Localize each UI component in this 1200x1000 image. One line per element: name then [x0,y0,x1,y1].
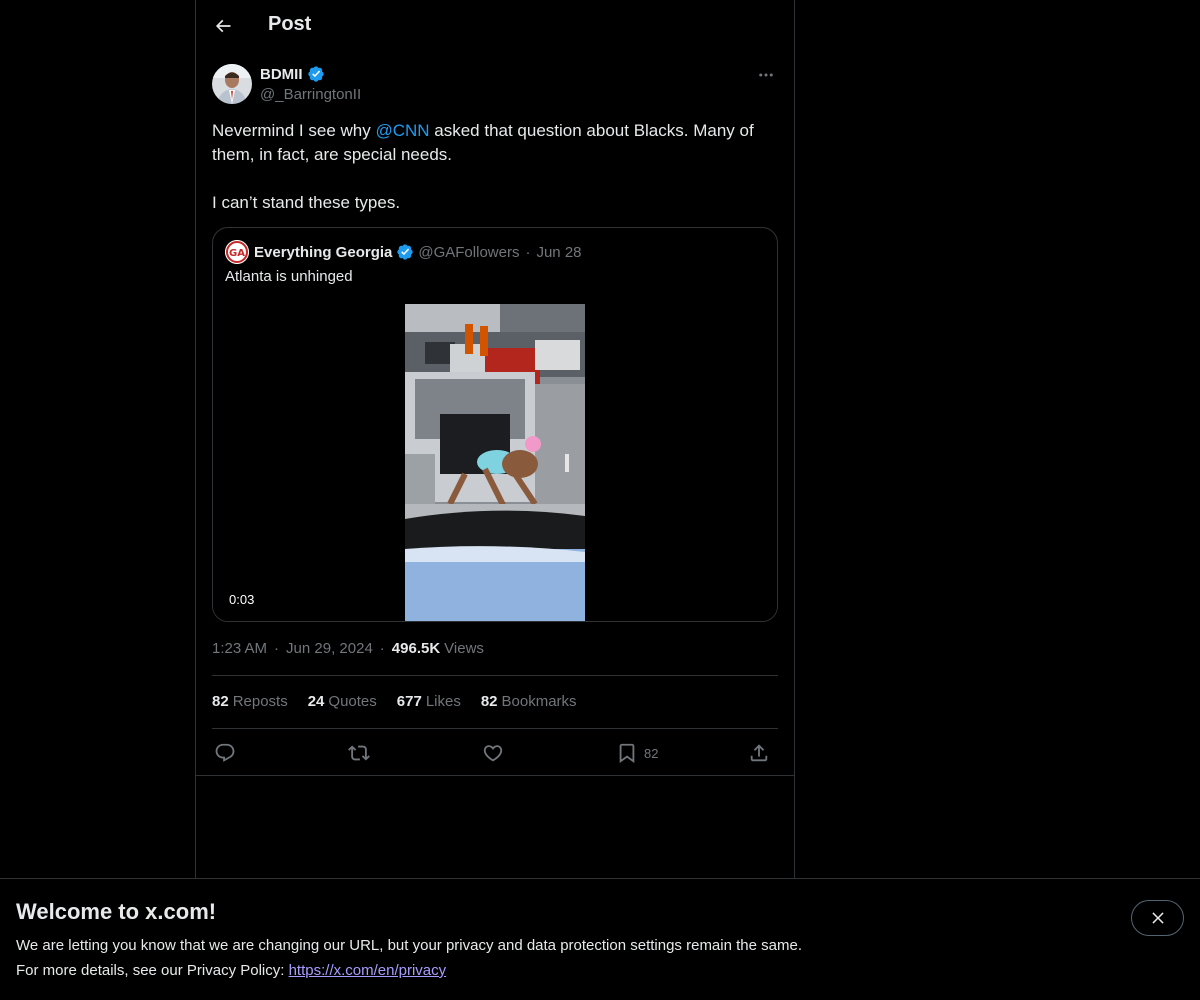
author-handle[interactable]: @_BarringtonII [260,86,361,103]
quoted-avatar-logo-text: GA [229,248,245,259]
tweet-paragraph-1: Nevermind I see why @CNN asked that ques… [212,119,778,167]
quoted-date: Jun 28 [536,243,582,261]
quoted-text: Atlanta is unhinged [225,268,353,285]
bookmark-count: 82 [644,745,659,761]
url-change-banner: Welcome to x.com! We are letting you kno… [0,878,1200,1000]
stat-label: Quotes [328,693,377,710]
action-bar: 82 [212,738,778,768]
engagement-stats: 82 Reposts 24 Quotes 677 Likes 82 Bookmarks [212,693,577,710]
close-banner-button[interactable] [1131,900,1184,936]
stat-reposts[interactable]: 82 Reposts [212,693,288,710]
author-name[interactable]: BDMII [260,65,325,83]
main-column: Post BDMII @_BarringtonII Nevermind I se… [195,0,795,878]
heart-icon [483,745,503,762]
back-button[interactable] [206,9,240,43]
verified-badge-icon [307,66,324,82]
quoted-post[interactable]: GA Everything Georgia @GAFollowers · Jun… [212,227,778,622]
stat-bookmarks[interactable]: 82 Bookmarks [481,693,577,710]
bookmark-icon [619,743,635,764]
stat-count: 24 [307,693,325,710]
stat-label: Likes [425,693,461,710]
banner-privacy-prefix: For more details, see our Privacy Policy… [16,962,289,979]
quoted-avatar: GA [225,240,249,264]
top-bar: Post [196,0,794,53]
separator-dot: · [274,640,280,657]
post-meta: 1:23 AM · Jun 29, 2024 · 496.5K Views [212,640,484,657]
repost-icon [348,745,370,761]
avatar[interactable] [212,64,252,104]
separator-dot: · [525,243,531,261]
page-title: Post [268,13,312,35]
stat-count: 82 [480,693,498,710]
like-button[interactable] [482,738,504,768]
video-duration: 0:03 [229,592,255,607]
tweet-text-part: Nevermind I see why [212,121,376,140]
tweet-paragraph-2: I can’t stand these types. [212,193,401,212]
stat-label: Reposts [232,693,288,710]
divider [212,675,778,676]
stat-quotes[interactable]: 24 Quotes [308,693,377,710]
banner-message: We are letting you know that we are chan… [16,937,802,954]
video-thumbnail [405,304,585,621]
reply-icon [215,743,235,762]
tweet-text: Nevermind I see why @CNN asked that ques… [212,119,778,215]
author-name-text: BDMII [260,65,303,83]
share-button[interactable] [748,738,770,768]
divider [212,728,778,729]
quoted-post-header: GA Everything Georgia @GAFollowers · Jun… [225,240,582,264]
more-options-button[interactable] [754,64,778,86]
views-label: Views [444,640,484,657]
more-icon [759,73,773,77]
author-row: BDMII @_BarringtonII [212,64,778,108]
stat-count: 677 [396,693,422,710]
close-icon [1151,912,1164,924]
banner-title: Welcome to x.com! [16,899,217,924]
post-date[interactable]: Jun 29, 2024 [286,640,373,657]
stat-count: 82 [212,693,229,710]
privacy-policy-link[interactable]: https://x.com/en/privacy [289,962,447,979]
stat-likes[interactable]: 677 Likes [397,693,461,710]
quoted-author-handle: @GAFollowers [418,243,520,261]
stat-label: Bookmarks [501,693,577,710]
reply-button[interactable] [214,738,236,768]
quoted-author-name: Everything Georgia [254,243,393,261]
bookmark-button[interactable]: 82 [616,738,658,768]
mention-link[interactable]: @CNN [375,121,429,140]
banner-privacy-line: For more details, see our Privacy Policy… [16,962,446,979]
share-icon [750,744,768,762]
separator-dot: · [379,640,385,657]
divider [196,775,794,776]
arrow-left-icon [215,19,231,33]
repost-button[interactable] [348,738,370,768]
views-count: 496.5K [391,640,441,657]
video-player[interactable]: 0:03 [213,304,777,621]
verified-badge-icon [397,244,414,260]
post-time[interactable]: 1:23 AM [212,640,267,657]
